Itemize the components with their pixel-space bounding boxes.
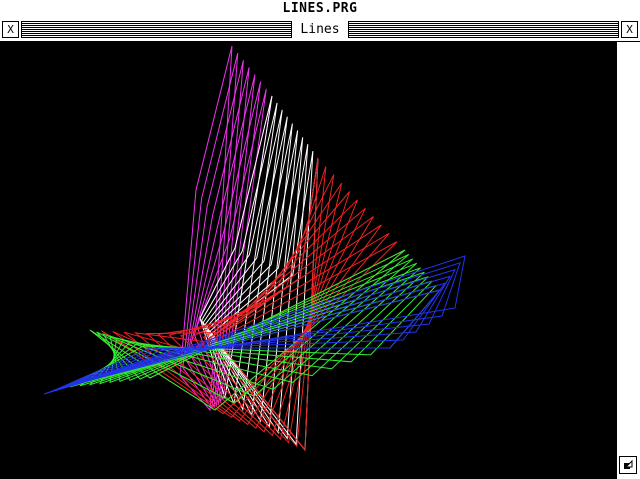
fuller-icon: X <box>626 23 633 36</box>
program-title: LINES.PRG <box>282 1 358 16</box>
resize-icon <box>624 459 633 469</box>
line-quad-43 <box>50 268 456 393</box>
vertical-scrollbar[interactable] <box>616 42 640 479</box>
lines-window: X Lines X <box>0 18 640 479</box>
drawing-canvas <box>0 42 616 479</box>
line-pattern <box>43 45 466 452</box>
close-button[interactable]: X <box>2 21 19 38</box>
window-title: Lines <box>291 21 349 38</box>
resize-button[interactable] <box>619 456 637 474</box>
desktop: LINES.PRG X Lines X <box>0 0 640 479</box>
line-quad-27 <box>112 232 390 418</box>
close-icon: X <box>7 23 14 36</box>
fuller-button[interactable]: X <box>621 21 638 38</box>
window-title-bar[interactable]: X Lines X <box>0 18 640 42</box>
line-quad-45 <box>43 255 466 395</box>
menu-bar: LINES.PRG <box>0 0 640 19</box>
